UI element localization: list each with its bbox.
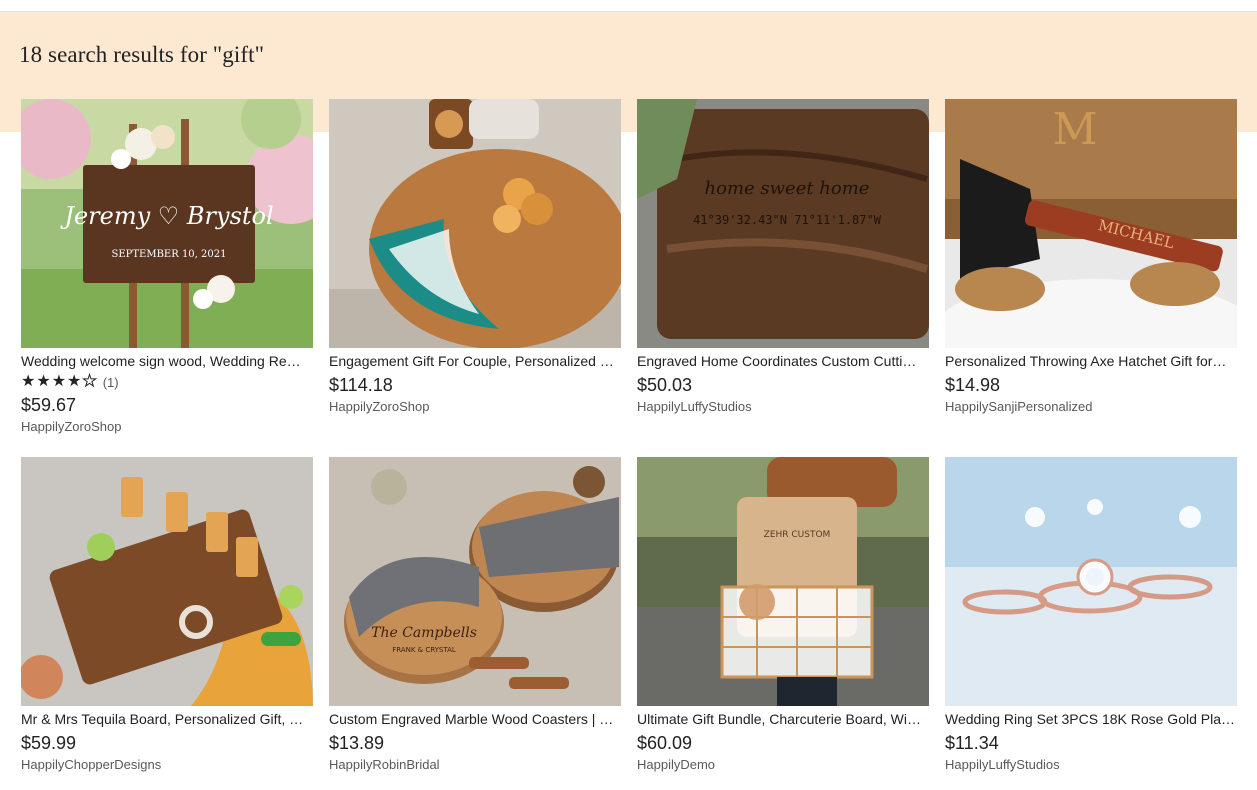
listing-card[interactable]: ZEHR CUSTOM Ultimate Gift Bundle, Charcu… [637,457,929,787]
listing-price: $50.03 [637,375,693,395]
listing-price: $114.18 [329,375,393,395]
listing-image[interactable] [329,99,621,348]
sign-names-text: Jeremy ♡ Brystol [59,202,273,230]
listing-price: $11.34 [945,733,999,753]
listing-price: $14.98 [945,375,1001,395]
listing-price: $60.09 [637,733,693,753]
board-engraving-text: ZEHR CUSTOM [764,530,831,540]
review-count: (1) [102,374,119,390]
star-icon: ★ [36,373,51,390]
star-icon: ★ [51,373,67,390]
listing-image[interactable]: ZEHR CUSTOM [637,457,929,706]
board-coords-text: 41°39'32.43"N 71°11'1.87"W [693,213,882,227]
listing-card[interactable]: The Campbells FRANK & CRYSTAL Custom Eng… [329,457,621,787]
listing-image[interactable]: M MICHAEL [945,99,1237,348]
listing-card[interactable]: Wedding Ring Set 3PCS 18K Rose Gold Plat… [945,457,1237,787]
star-icon: ★ [67,373,82,390]
coaster-subtext: FRANK & CRYSTAL [392,646,456,654]
star-icon: ★ [21,373,36,390]
shop-name[interactable]: HappilyZoroShop [329,399,621,415]
listing-image[interactable]: The Campbells FRANK & CRYSTAL [329,457,621,706]
listing-price: $59.67 [21,395,77,415]
listing-title[interactable]: Mr & Mrs Tequila Board, Personalized Gif… [21,711,313,728]
shop-name[interactable]: HappilySanjiPersonalized [945,399,1237,415]
listing-image[interactable] [21,457,313,706]
board-script-text: home sweet home [705,178,870,199]
coasters-photo: The Campbells FRANK & CRYSTAL [329,457,621,706]
shop-name[interactable]: HappilyDemo [637,757,929,773]
box-monogram-text: M [1052,104,1097,155]
listing-title[interactable]: Wedding welcome sign wood, Wedding Re… [21,353,313,370]
tequila-board-photo [21,457,313,706]
sign-date-text: SEPTEMBER 10, 2021 [112,249,227,260]
resin-board-photo [329,99,621,348]
shop-name[interactable]: HappilyRobinBridal [329,757,621,773]
cutting-board-photo: home sweet home 41°39'32.43"N 71°11'1.87… [637,99,929,348]
listing-image[interactable]: Jeremy ♡ Brystol SEPTEMBER 10, 2021 [21,99,313,348]
listing-price: $13.89 [329,733,385,753]
gift-bundle-photo: ZEHR CUSTOM [637,457,929,706]
listing-title[interactable]: Engagement Gift For Couple, Personalized… [329,353,621,370]
listing-title[interactable]: Ultimate Gift Bundle, Charcuterie Board,… [637,711,929,728]
wedding-sign-photo: Jeremy ♡ Brystol SEPTEMBER 10, 2021 [21,99,313,348]
listing-image[interactable] [945,457,1237,706]
listing-title[interactable]: Personalized Throwing Axe Hatchet Gift f… [945,353,1237,370]
shop-name[interactable]: HappilyLuffyStudios [945,757,1237,773]
star-empty-icon: ★ [82,373,97,390]
listing-image[interactable]: home sweet home 41°39'32.43"N 71°11'1.87… [637,99,929,348]
listing-title[interactable]: Custom Engraved Marble Wood Coasters | … [329,711,621,728]
listing-price: $59.99 [21,733,77,753]
coaster-name-text: The Campbells [371,625,477,641]
rating: ★ ★ ★ ★ ★ (1) [21,373,313,390]
search-results-heading: 18 search results for "gift" [19,42,265,67]
shop-name[interactable]: HappilyChopperDesigns [21,757,313,773]
listing-card[interactable]: home sweet home 41°39'32.43"N 71°11'1.87… [637,99,929,457]
shop-name[interactable]: HappilyLuffyStudios [637,399,929,415]
axe-gift-photo: M MICHAEL [945,99,1237,348]
listing-title[interactable]: Wedding Ring Set 3PCS 18K Rose Gold Plat… [945,711,1237,728]
top-divider [0,0,1257,12]
ring-set-photo [945,457,1237,706]
listing-card[interactable]: Engagement Gift For Couple, Personalized… [329,99,621,457]
listing-title[interactable]: Engraved Home Coordinates Custom Cutti… [637,353,929,370]
listing-card[interactable]: Jeremy ♡ Brystol SEPTEMBER 10, 2021 Wedd… [21,99,313,457]
listing-card[interactable]: M MICHAEL Personalized Throwing Axe Hatc… [945,99,1237,457]
listing-card[interactable]: Mr & Mrs Tequila Board, Personalized Gif… [21,457,313,787]
shop-name[interactable]: HappilyZoroShop [21,419,313,435]
listing-grid: Jeremy ♡ Brystol SEPTEMBER 10, 2021 Wedd… [21,99,1237,787]
